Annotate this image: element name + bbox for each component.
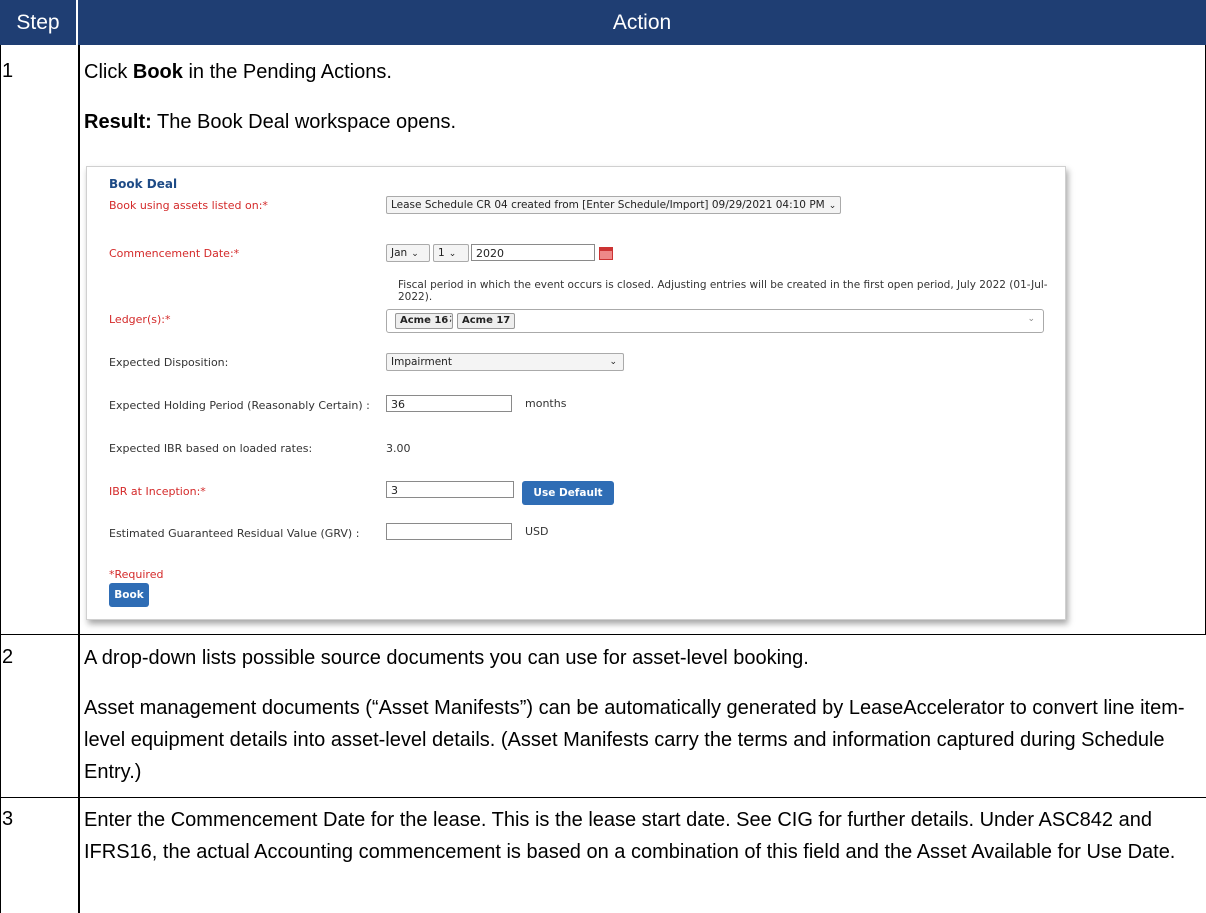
ibr-inception-input[interactable]: 3 <box>386 481 514 498</box>
step-2-p1: A drop-down lists possible source docume… <box>84 647 809 669</box>
holding-period-label: Expected Holding Period (Reasonably Cert… <box>109 399 370 412</box>
ibr-inception-label: IBR at Inception:* <box>109 485 206 498</box>
table-header: Step Action <box>0 0 1206 45</box>
step-1-result: Result: The Book Deal workspace opens. <box>84 106 1192 138</box>
month-value: Jan <box>391 247 408 259</box>
header-step: Step <box>0 0 78 45</box>
use-default-ibr-button[interactable]: Use Default IBR <box>522 481 614 523</box>
step-number: 3 <box>2 808 14 830</box>
ledger-tag[interactable]: Acme 17 <box>457 313 516 329</box>
year-input[interactable]: 2020 <box>471 244 595 261</box>
grv-unit: USD <box>525 525 549 538</box>
text-run: in the Pending Actions. <box>182 61 392 83</box>
book-deal-panel: Book Deal Book using assets listed on:* … <box>86 166 1066 620</box>
assets-select-value: Lease Schedule CR 04 created from [Enter… <box>391 199 825 211</box>
chevron-down-icon: ⌄ <box>609 357 617 367</box>
holding-period-input[interactable]: 36 <box>386 395 512 412</box>
book-button[interactable]: Book <box>109 583 149 607</box>
fiscal-period-note: Fiscal period in which the event occurs … <box>398 279 1048 303</box>
step-3-p1: Enter the Commencement Date for the leas… <box>84 809 1176 863</box>
chevron-down-icon: ⌄ <box>448 249 457 259</box>
chevron-down-icon: ⌄ <box>1027 314 1035 324</box>
text-run-bold: Book <box>132 61 183 83</box>
ledger-multiselect[interactable]: Acme 16 ; Acme 17 ⌄ <box>386 309 1044 333</box>
text-run: Click <box>84 61 133 83</box>
ledger-tag[interactable]: Acme 16 <box>395 313 454 329</box>
assets-label: Book using assets listed on:* <box>109 199 268 212</box>
disposition-label: Expected Disposition: <box>109 356 229 369</box>
step-number: 1 <box>2 60 14 82</box>
holding-period-unit: months <box>525 397 567 410</box>
ibr-loaded-value: 3.00 <box>386 442 411 455</box>
ibr-loaded-label: Expected IBR based on loaded rates: <box>109 442 313 455</box>
row-divider <box>0 634 1206 635</box>
table-left-border <box>0 45 1 913</box>
step-2-p2: Asset management documents (“Asset Manif… <box>84 697 1185 783</box>
required-note: *Required <box>109 568 164 581</box>
calendar-icon[interactable] <box>599 247 613 260</box>
commencement-label: Commencement Date:* <box>109 247 240 260</box>
step-1-instruction: Click Book in the Pending Actions. <box>84 56 1192 88</box>
panel-title: Book Deal <box>109 177 178 191</box>
result-text: The Book Deal workspace opens. <box>151 111 457 133</box>
ledger-separator: ; <box>449 313 453 324</box>
month-select[interactable]: Jan ⌄ <box>386 244 430 262</box>
chevron-down-icon: ⌄ <box>411 249 419 259</box>
disposition-select[interactable]: Impairment ⌄ <box>386 353 624 371</box>
grv-label: Estimated Guaranteed Residual Value (GRV… <box>109 527 360 540</box>
chevron-down-icon: ⌄ <box>828 201 837 211</box>
row-divider <box>0 797 1206 798</box>
step-number: 2 <box>2 646 14 668</box>
result-label: Result: <box>84 111 152 133</box>
header-action: Action <box>612 11 672 34</box>
ledger-label: Ledger(s):* <box>109 313 171 326</box>
grv-input[interactable] <box>386 523 512 540</box>
day-select[interactable]: 1 ⌄ <box>433 244 469 262</box>
assets-select[interactable]: Lease Schedule CR 04 created from [Enter… <box>386 196 842 214</box>
column-divider <box>78 45 80 913</box>
day-value: 1 <box>438 247 445 259</box>
disposition-value: Impairment <box>391 356 452 368</box>
